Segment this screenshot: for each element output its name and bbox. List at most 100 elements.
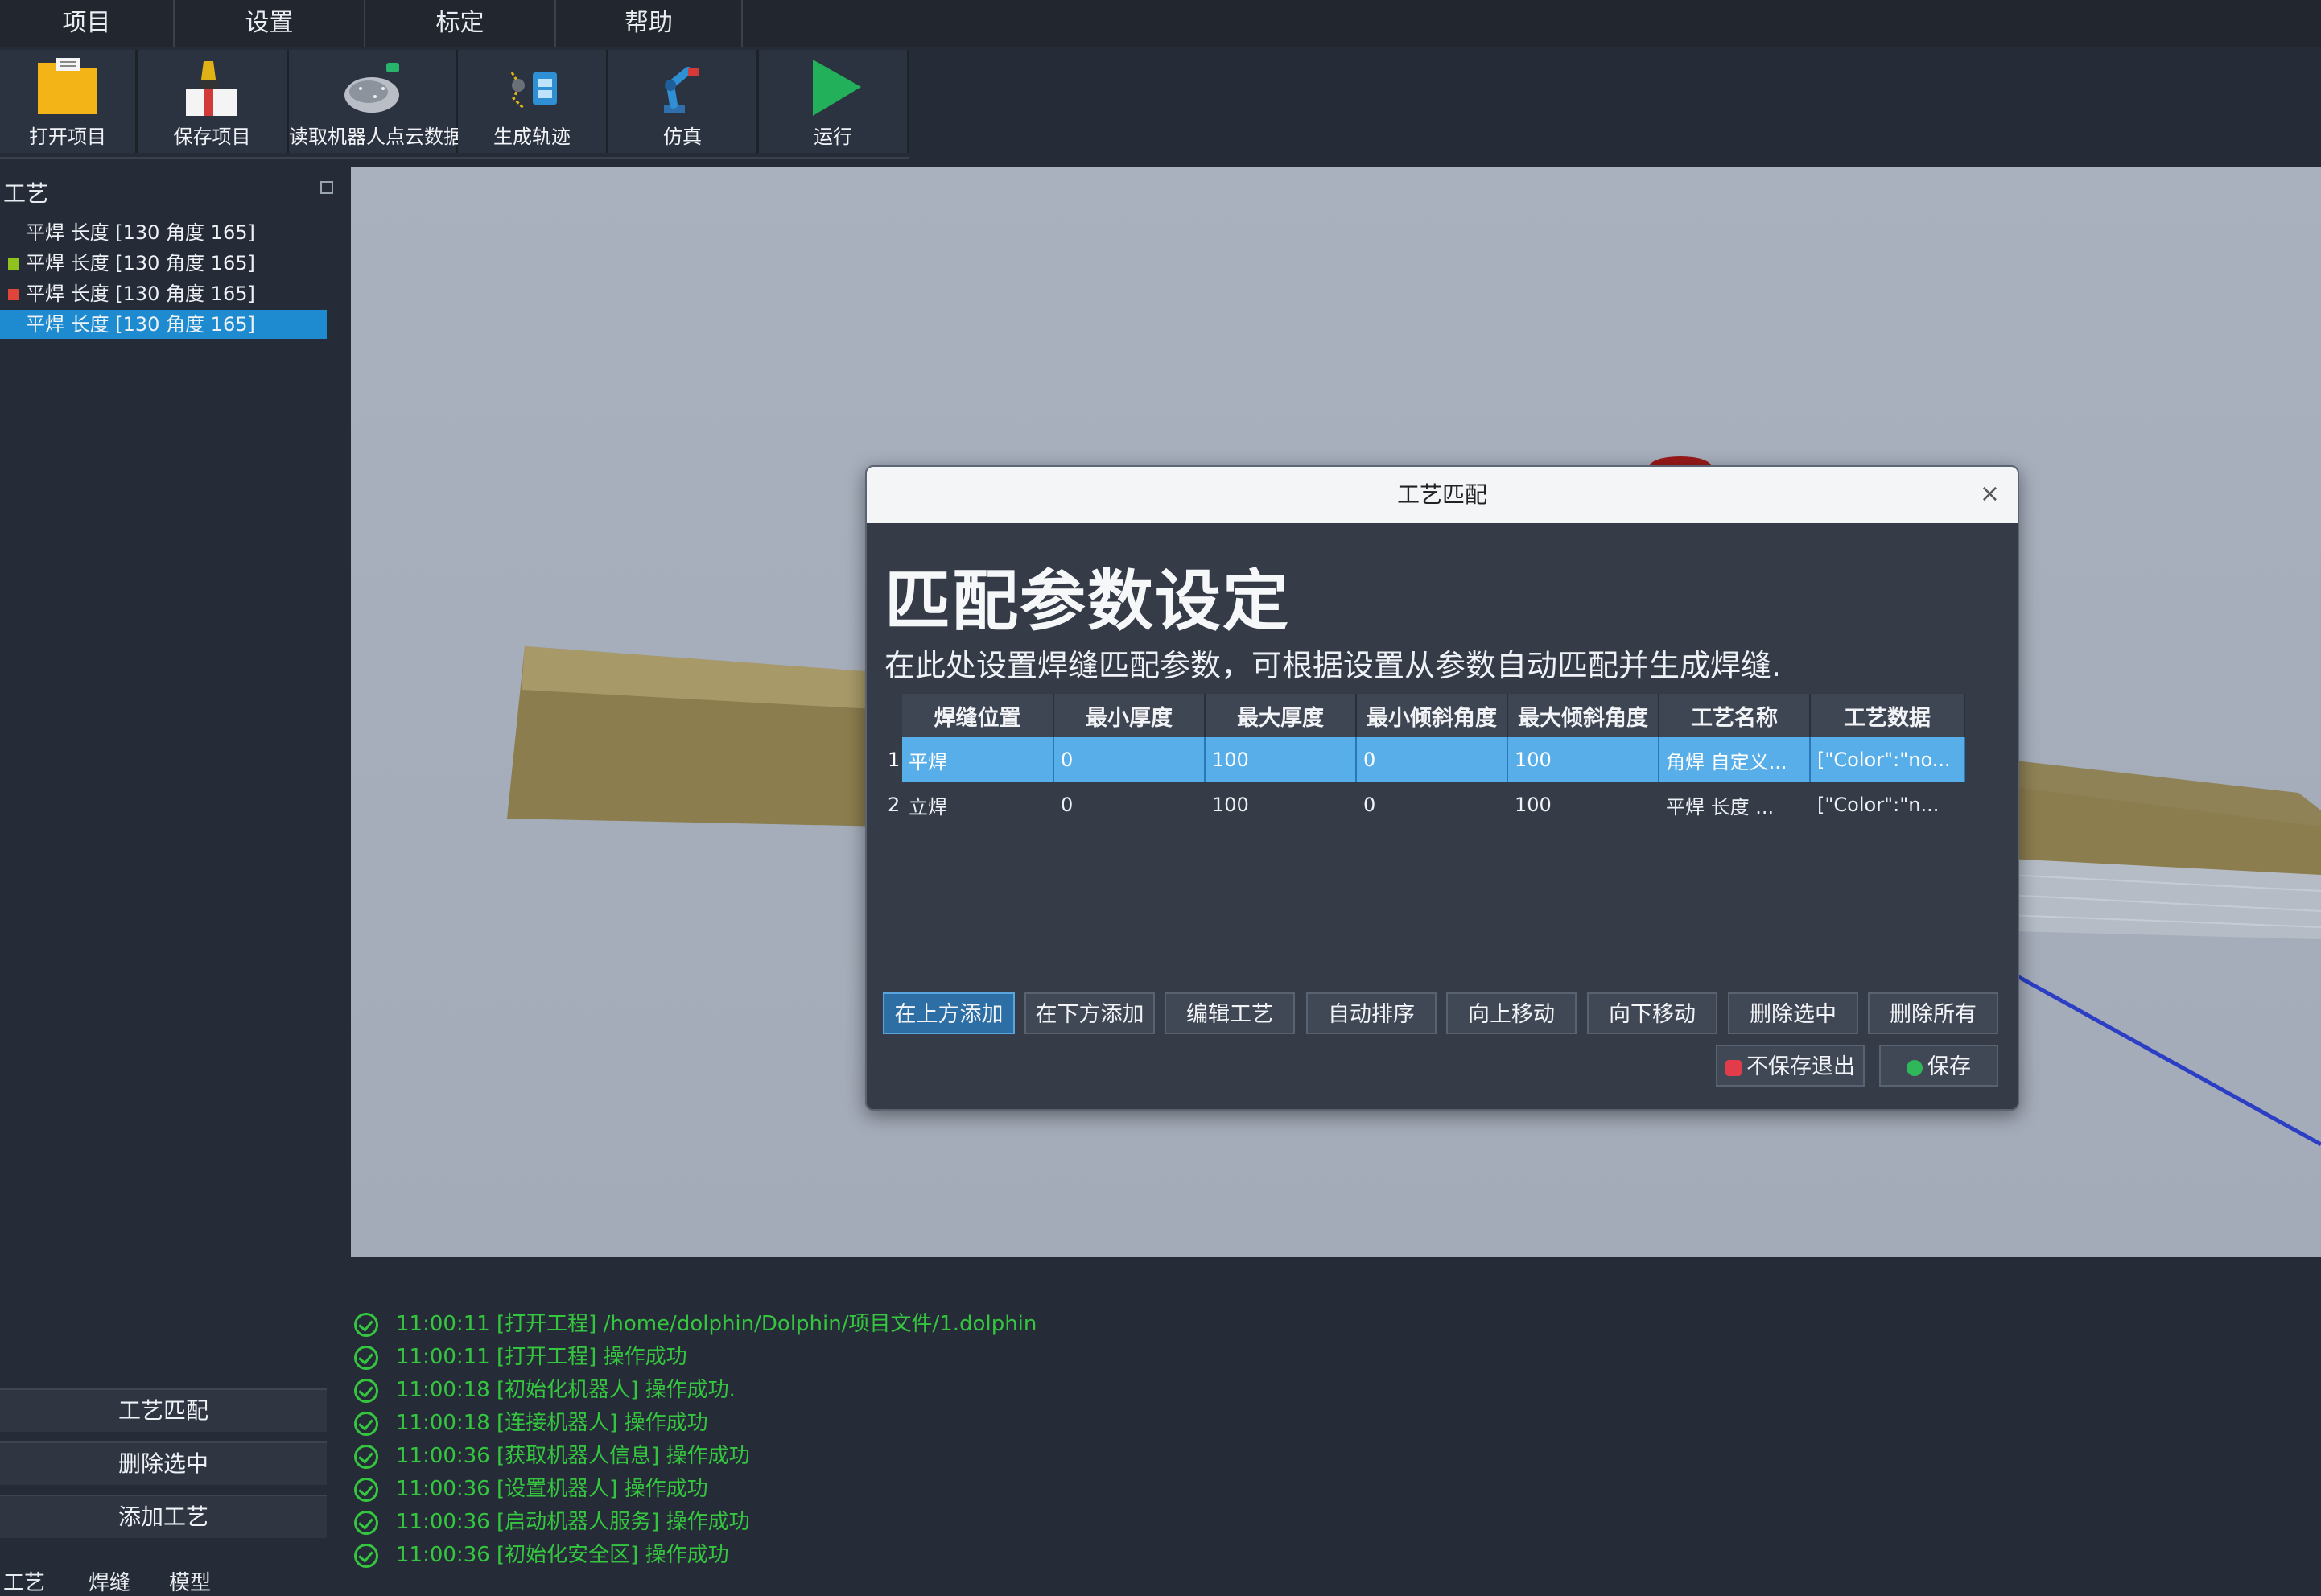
generate-trajectory-label: 生成轨迹 [493, 126, 571, 148]
log-line: 11:00:11 [打开工程] 操作成功 [354, 1341, 687, 1373]
table-cell[interactable]: 0 [1356, 782, 1507, 827]
column-header[interactable]: 工艺数据 [1810, 694, 1965, 737]
column-header[interactable]: 最小倾斜角度 [1356, 694, 1508, 737]
discard-exit-button[interactable]: 不保存退出 [1716, 1045, 1865, 1087]
check-circle-icon [354, 1444, 378, 1469]
column-header[interactable]: 最小厚度 [1053, 694, 1206, 737]
log-line: 11:00:36 [初始化安全区] 操作成功 [354, 1539, 729, 1571]
close-icon [1725, 1059, 1742, 1076]
table-cell[interactable]: 100 [1507, 782, 1659, 827]
log-text: 11:00:36 [启动机器人服务] 操作成功 [396, 1510, 750, 1534]
log-line: 11:00:36 [设置机器人] 操作成功 [354, 1473, 708, 1505]
log-text: 11:00:11 [打开工程] /home/dolphin/Dolphin/项目… [396, 1312, 1037, 1336]
column-header[interactable]: 最大倾斜角度 [1507, 694, 1659, 737]
tree-item-label: 平焊 长度 [130 角度 165] [26, 313, 255, 336]
table-cell[interactable]: 立焊 [902, 782, 1053, 827]
insert-below-button[interactable]: 在下方添加 [1024, 992, 1155, 1034]
play-icon [813, 60, 861, 116]
simulate-label: 仿真 [663, 126, 702, 148]
check-circle-icon [354, 1477, 378, 1502]
log-text: 11:00:36 [获取机器人信息] 操作成功 [396, 1444, 750, 1468]
menu-settings[interactable]: 设置 [175, 0, 365, 47]
log-text: 11:00:18 [连接机器人] 操作成功 [396, 1411, 708, 1435]
menu-calibration[interactable]: 标定 [365, 0, 556, 47]
check-icon [1907, 1059, 1923, 1076]
log-text: 11:00:18 [初始化机器人] 操作成功. [396, 1378, 736, 1402]
load-point-cloud-button[interactable]: 读取机器人点云数据 [289, 50, 463, 153]
panel-title: 工艺 [3, 180, 49, 207]
tree-item-selected[interactable]: 平焊 长度 [130 角度 165] [0, 310, 327, 339]
table-cell[interactable]: ["Color":"no... [1810, 737, 1965, 782]
table-cell[interactable]: 平焊 长度 ... [1659, 782, 1810, 827]
table-row[interactable]: 1 平焊 0 100 0 100 角焊 自定义... ["Color":"no.… [886, 737, 1965, 782]
menu-project[interactable]: 项目 [0, 0, 175, 47]
table-cell[interactable]: 100 [1205, 782, 1356, 827]
pin-icon[interactable] [320, 181, 333, 194]
log-text: 11:00:11 [打开工程] 操作成功 [396, 1345, 687, 1369]
insert-above-button[interactable]: 在上方添加 [883, 992, 1015, 1034]
dialog-description: 在此处设置焊缝匹配参数，可根据设置从参数自动匹配并生成焊缝. [884, 648, 1782, 683]
save-label: 保存 [1927, 1054, 1971, 1079]
auto-sort-button[interactable]: 自动排序 [1306, 992, 1437, 1034]
column-header[interactable]: 工艺名称 [1659, 694, 1811, 737]
trajectory-icon [510, 72, 557, 109]
column-header[interactable]: 最大厚度 [1205, 694, 1357, 737]
column-header[interactable]: 焊缝位置 [902, 694, 1054, 737]
tree-item[interactable]: 平焊 长度 [130 角度 165] [0, 218, 327, 247]
save-project-button[interactable]: 保存项目 [138, 50, 289, 153]
delete-selected-button[interactable]: 删除选中 [1728, 992, 1858, 1034]
tab-seam[interactable]: 焊缝 [89, 1566, 130, 1596]
menu-help[interactable]: 帮助 [556, 0, 743, 47]
add-process-button[interactable]: 添加工艺 [0, 1495, 327, 1538]
check-circle-icon [354, 1378, 378, 1403]
marker-icon [8, 289, 19, 300]
table-cell[interactable]: 0 [1053, 782, 1205, 827]
save-icon [185, 61, 237, 116]
open-project-button[interactable]: 打开项目 [0, 50, 138, 153]
check-circle-icon [354, 1510, 378, 1535]
tab-process[interactable]: 工艺 [3, 1566, 45, 1596]
process-match-button[interactable]: 工艺匹配 [0, 1388, 327, 1432]
tab-model[interactable]: 模型 [169, 1566, 211, 1596]
dialog-heading: 匹配参数设定 [884, 563, 1291, 640]
edit-process-button[interactable]: 编辑工艺 [1165, 992, 1295, 1034]
log-text: 11:00:36 [设置机器人] 操作成功 [396, 1477, 708, 1501]
row-number: 2 [888, 794, 901, 816]
load-point-cloud-label: 读取机器人点云数据 [289, 126, 463, 148]
move-down-button[interactable]: 向下移动 [1587, 992, 1717, 1034]
close-icon[interactable]: × [1980, 480, 2000, 508]
table-cell[interactable]: 0 [1356, 737, 1508, 782]
table-row[interactable]: 2 立焊 0 100 0 100 平焊 长度 ... ["Color":"n..… [886, 782, 1964, 827]
save-button[interactable]: 保存 [1879, 1045, 1998, 1087]
process-match-dialog: 工艺匹配 × 匹配参数设定 在此处设置焊缝匹配参数，可根据设置从参数自动匹配并生… [865, 465, 2019, 1111]
process-panel: 工艺 平焊 长度 [130 角度 165] 平焊 长度 [130 角度 165]… [0, 165, 333, 1372]
generate-trajectory-button[interactable]: 生成轨迹 [458, 50, 608, 153]
check-circle-icon [354, 1543, 378, 1568]
table-cell[interactable]: 平焊 [902, 737, 1054, 782]
table-cell[interactable]: 角焊 自定义... [1659, 737, 1811, 782]
table-cell[interactable]: 100 [1205, 737, 1357, 782]
log-line: 11:00:36 [获取机器人信息] 操作成功 [354, 1440, 750, 1472]
marker-icon [8, 228, 19, 239]
dialog-titlebar[interactable]: 工艺匹配 × [867, 467, 2018, 523]
table-cell[interactable]: ["Color":"n... [1810, 782, 1964, 827]
simulate-button[interactable]: 仿真 [608, 50, 759, 153]
move-up-button[interactable]: 向上移动 [1446, 992, 1577, 1034]
tree-item[interactable]: 平焊 长度 [130 角度 165] [0, 249, 327, 278]
log-line: 11:00:36 [启动机器人服务] 操作成功 [354, 1506, 750, 1538]
log-line: 11:00:11 [打开工程] /home/dolphin/Dolphin/项目… [354, 1308, 1037, 1340]
check-circle-icon [354, 1312, 378, 1337]
delete-selected-button[interactable]: 删除选中 [0, 1441, 327, 1485]
tree-item[interactable]: 平焊 长度 [130 角度 165] [0, 279, 327, 308]
menu-bar: 项目 设置 标定 帮助 [0, 0, 2321, 47]
open-project-label: 打开项目 [29, 126, 106, 148]
discard-exit-label: 不保存退出 [1746, 1054, 1855, 1079]
check-circle-icon [354, 1411, 378, 1436]
tree-item-label: 平焊 长度 [130 角度 165] [26, 252, 255, 274]
delete-all-button[interactable]: 删除所有 [1868, 992, 1998, 1034]
table-cell[interactable]: 0 [1053, 737, 1206, 782]
tree-item-label: 平焊 长度 [130 角度 165] [26, 282, 255, 305]
run-button[interactable]: 运行 [759, 50, 909, 153]
table-cell[interactable]: 100 [1507, 737, 1659, 782]
log-line: 11:00:18 [初始化机器人] 操作成功. [354, 1374, 736, 1406]
